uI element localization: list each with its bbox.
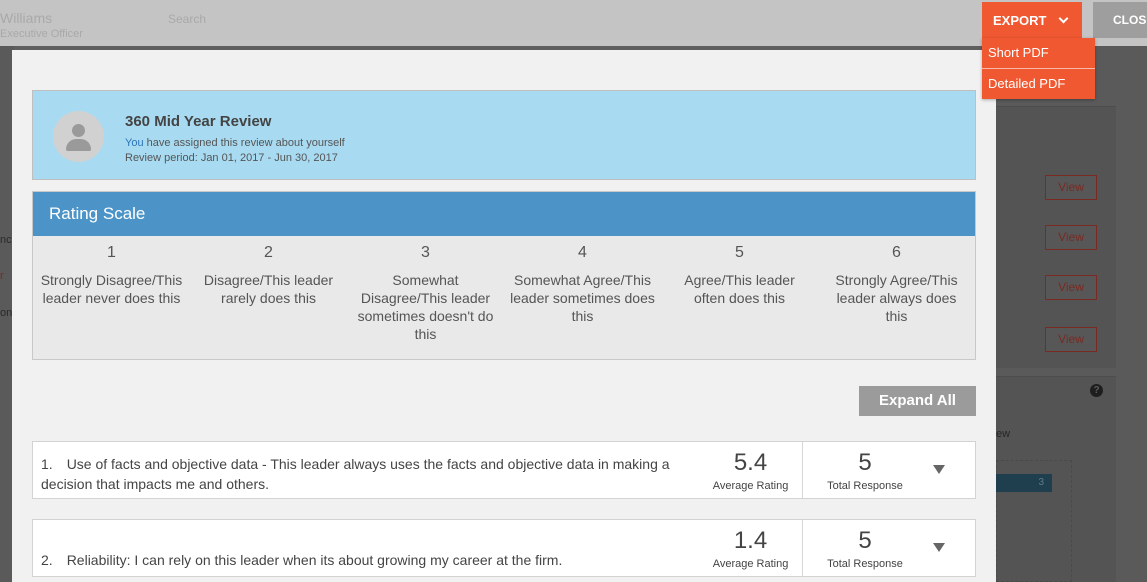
rating-level-label: Strongly Agree/This leader always does t… <box>835 272 958 324</box>
background-right-panel: View View View View ? ew 3 <box>996 46 1147 582</box>
average-rating-value: 1.4 <box>733 527 768 554</box>
rating-scale-title: Rating Scale <box>33 192 975 236</box>
rating-scale-levels: 1 Strongly Disagree/This leader never doe… <box>33 236 975 343</box>
total-response-label: Total Response <box>827 558 903 570</box>
rating-level-number: 5 <box>735 244 744 261</box>
background-user-name: Williams <box>0 10 53 26</box>
avatar-body-icon <box>66 139 91 151</box>
total-response-value: 5 <box>858 527 872 554</box>
rating-level-label: Somewhat Disagree/This leader sometimes … <box>357 272 494 342</box>
question-text: 2. Reliability: I can rely on this leader… <box>41 550 691 570</box>
question-number: 2. <box>41 552 53 568</box>
background-top-bar: Williams Executive Officer Search <box>0 0 1147 46</box>
background-fragment: on <box>0 307 13 319</box>
assignment-text: have assigned this review about yourself <box>143 137 345 149</box>
rating-level-number: 2 <box>264 244 273 261</box>
rating-scale-panel: Rating Scale 1 Strongly Disagree/This lea… <box>32 191 976 360</box>
total-response-value: 5 <box>858 449 872 476</box>
background-fragment: nc <box>0 234 12 246</box>
background-chart-bar: 3 <box>996 474 1052 492</box>
review-modal: 360 Mid Year Review You have assigned th… <box>12 50 996 582</box>
total-response-stat: 5 Total Response <box>808 520 922 576</box>
question-number: 1. <box>41 456 53 472</box>
help-icon: ? <box>1090 384 1103 397</box>
menu-item-short-pdf[interactable]: Short PDF <box>982 38 1095 68</box>
rating-level-label: Somewhat Agree/This leader sometimes doe… <box>510 272 655 324</box>
rating-level: 5 Agree/This leader often does this <box>661 236 818 343</box>
review-assignment: You have assigned this review about your… <box>125 137 345 149</box>
rating-level-label: Disagree/This leader rarely does this <box>203 272 334 306</box>
avatar <box>53 111 104 162</box>
rating-level-number: 1 <box>107 244 116 261</box>
review-title: 360 Mid Year Review <box>125 113 272 130</box>
total-response-stat: 5 Total Response <box>808 442 922 498</box>
rating-level: 3 Somewhat Disagree/This leader sometimes… <box>347 236 504 343</box>
review-period: Review period: Jan 01, 2017 - Jun 30, 20… <box>125 152 338 164</box>
average-rating-stat: 5.4 Average Rating <box>699 442 803 498</box>
background-fragment: r <box>0 270 4 282</box>
background-view-button: View <box>1045 275 1097 300</box>
export-label: EXPORT <box>993 12 1047 28</box>
export-button[interactable]: EXPORT <box>982 2 1082 38</box>
menu-item-detailed-pdf[interactable]: Detailed PDF <box>982 68 1095 99</box>
question-row[interactable]: 2. Reliability: I can rely on this leader… <box>32 519 976 577</box>
avatar-head-icon <box>72 124 85 137</box>
you-label: You <box>125 137 144 149</box>
background-search: Search <box>168 12 207 26</box>
total-response-label: Total Response <box>827 480 903 492</box>
rating-level-label: Strongly Disagree/This leader never does… <box>40 272 183 306</box>
average-rating-value: 5.4 <box>733 449 768 476</box>
rating-level: 4 Somewhat Agree/This leader sometimes do… <box>504 236 661 343</box>
question-label: Use of facts and objective data - This l… <box>41 456 670 492</box>
rating-level-number: 3 <box>421 244 430 261</box>
background-view-button: View <box>1045 225 1097 250</box>
rating-level-number: 4 <box>578 244 587 261</box>
average-rating-label: Average Rating <box>712 480 789 492</box>
review-header: 360 Mid Year Review You have assigned th… <box>32 90 976 180</box>
rating-level: 6 Strongly Agree/This leader always does … <box>818 236 975 343</box>
question-text: 1. Use of facts and objective data - This… <box>41 454 691 494</box>
rating-level: 1 Strongly Disagree/This leader never doe… <box>33 236 190 343</box>
average-rating-label: Average Rating <box>712 558 789 570</box>
caret-down-icon[interactable] <box>933 465 945 474</box>
rating-level-number: 6 <box>892 244 901 261</box>
close-button[interactable]: CLOS <box>1093 2 1147 38</box>
export-dropdown-menu: Short PDF Detailed PDF <box>982 38 1095 99</box>
background-view-button: View <box>1045 327 1097 352</box>
caret-down-icon[interactable] <box>933 543 945 552</box>
background-view-button: View <box>1045 175 1097 200</box>
chevron-down-icon <box>1059 13 1069 23</box>
background-chart-fragment: ew <box>996 428 1011 440</box>
expand-all-button[interactable]: Expand All <box>859 386 976 416</box>
average-rating-stat: 1.4 Average Rating <box>699 520 803 576</box>
question-row[interactable]: 1. Use of facts and objective data - This… <box>32 441 976 499</box>
question-label: Reliability: I can rely on this leader w… <box>66 552 563 568</box>
background-user-title: Executive Officer <box>0 28 83 40</box>
rating-level-label: Agree/This leader often does this <box>684 272 795 306</box>
rating-level: 2 Disagree/This leader rarely does this <box>190 236 347 343</box>
